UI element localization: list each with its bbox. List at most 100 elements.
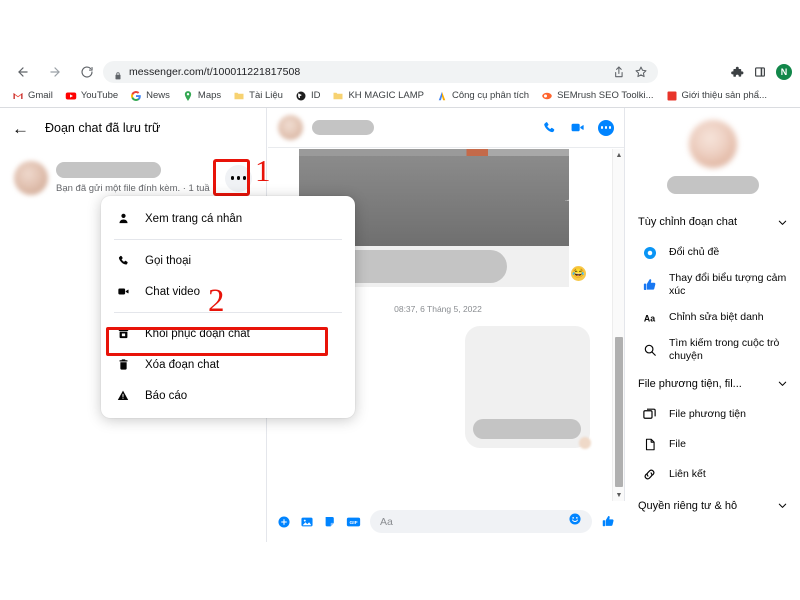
thumbs-up-icon — [640, 276, 659, 295]
menu-item-restore-chat[interactable]: Khôi phục đoạn chat — [101, 318, 355, 349]
aa-text-icon: Aa — [640, 308, 659, 327]
bookmark-id[interactable]: ID — [289, 87, 327, 103]
conversation-info-icon[interactable] — [598, 119, 614, 136]
side-panel-icon[interactable] — [753, 65, 767, 79]
bookmark-gioi-thieu-san-pham[interactable]: Giới thiệu sản phẩ... — [660, 87, 773, 103]
menu-divider — [114, 312, 342, 313]
bookmark-semrush[interactable]: SEMrush SEO Toolki... — [535, 87, 659, 103]
panel-item-links[interactable]: Liên kết — [626, 460, 800, 490]
share-icon[interactable] — [611, 65, 625, 79]
chevron-down-icon — [777, 378, 788, 389]
video-call-icon[interactable] — [569, 120, 586, 135]
panel-item-label: Liên kết — [669, 468, 706, 481]
panel-item-edit-nickname[interactable]: Aa Chỉnh sửa biệt danh — [626, 303, 800, 333]
redacted-name-bar — [667, 176, 759, 194]
panel-item-change-emoji[interactable]: Thay đổi biểu tượng cảm xúc — [626, 268, 800, 303]
photo-top-edge — [299, 149, 569, 156]
panel-item-change-theme[interactable]: Đổi chủ đề — [626, 238, 800, 268]
youtube-icon — [65, 89, 77, 101]
bookmark-label: Công cụ phân tích — [451, 89, 530, 101]
avatar — [14, 161, 48, 195]
link-chain-icon — [640, 465, 659, 484]
redacted-name-bar — [312, 120, 374, 135]
back-arrow-icon[interactable]: ← — [12, 120, 29, 137]
conversation-details-panel: Tùy chỉnh đoạn chat Đổi chủ đề Thay đổi … — [626, 108, 800, 542]
menu-item-video-chat[interactable]: Chat video — [101, 276, 355, 307]
page-bottom-whitespace — [0, 542, 800, 600]
bookmark-tai-lieu[interactable]: Tài Liệu — [227, 87, 289, 103]
bookmark-label: Maps — [197, 89, 222, 101]
thread-scrollbar[interactable]: ▲ ▼ — [612, 149, 624, 501]
phone-call-icon[interactable] — [542, 120, 557, 135]
bookmark-label: Gmail — [28, 89, 53, 101]
archived-chats-header: ← Đoạn chat đã lưu trữ — [0, 108, 266, 148]
globe-icon — [295, 89, 307, 101]
menu-item-delete-chat[interactable]: Xóa đoạn chat — [101, 349, 355, 380]
trash-icon — [115, 357, 131, 373]
semrush-icon — [541, 89, 553, 101]
message-reaction[interactable]: 😂 — [571, 266, 586, 281]
scroll-down-arrow[interactable]: ▼ — [613, 489, 625, 501]
panel-item-label: File phương tiện — [669, 408, 746, 421]
archived-chats-title: Đoạn chat đã lưu trữ — [45, 121, 161, 135]
profile-summary — [626, 108, 800, 206]
panel-item-media[interactable]: File phương tiện — [626, 400, 800, 430]
address-bar[interactable]: messenger.com/t/100011221817508 — [103, 61, 658, 83]
panel-item-files[interactable]: File — [626, 430, 800, 460]
bookmark-youtube[interactable]: YouTube — [59, 87, 124, 103]
emoji-smiley-icon[interactable] — [568, 512, 582, 531]
bookmark-kh-magic-lamp[interactable]: KH MAGIC LAMP — [326, 87, 430, 103]
file-document-icon — [640, 435, 659, 454]
bookmark-gmail[interactable]: Gmail — [6, 87, 59, 103]
section-title: Quyền riêng tư & hỗ — [638, 499, 738, 512]
google-maps-icon — [182, 89, 194, 101]
message-input[interactable]: Aa — [370, 510, 592, 533]
panel-item-search-conversation[interactable]: Tìm kiếm trong cuộc trò chuyện — [626, 333, 800, 368]
plus-circle-icon[interactable] — [277, 515, 291, 529]
section-header-media-files[interactable]: File phương tiện, fil... — [626, 368, 800, 400]
folder-icon — [233, 89, 245, 101]
bookmark-label: SEMrush SEO Toolki... — [557, 89, 654, 101]
svg-text:GIF: GIF — [349, 519, 357, 525]
analytics-icon — [436, 89, 448, 101]
menu-item-report[interactable]: Báo cáo — [101, 380, 355, 411]
sticker-icon[interactable] — [323, 515, 337, 529]
scrollbar-thumb[interactable] — [615, 337, 623, 487]
gif-icon[interactable]: GIF — [346, 515, 361, 529]
section-title: Tùy chỉnh đoạn chat — [638, 216, 738, 228]
message-bubble-outgoing[interactable] — [465, 326, 590, 448]
panel-item-label: Chỉnh sửa biệt danh — [669, 311, 764, 324]
menu-item-label: Báo cáo — [145, 389, 188, 402]
avatar[interactable] — [689, 120, 737, 168]
menu-item-voice-call[interactable]: Gọi thoại — [101, 245, 355, 276]
color-circle-icon — [640, 244, 659, 263]
lock-icon — [113, 68, 122, 79]
address-bar-url: messenger.com/t/100011221817508 — [129, 66, 301, 78]
extensions-puzzle-icon[interactable] — [730, 65, 744, 79]
scroll-up-arrow[interactable]: ▲ — [613, 149, 625, 161]
bookmark-label: News — [146, 89, 170, 101]
menu-item-label: Chat video — [145, 285, 200, 298]
bookmark-star-icon[interactable] — [634, 65, 648, 79]
menu-item-label: Khôi phục đoạn chat — [145, 327, 250, 340]
thumbs-up-icon[interactable] — [601, 514, 616, 529]
bookmark-news[interactable]: News — [124, 87, 176, 103]
menu-item-view-profile[interactable]: Xem trang cá nhân — [101, 203, 355, 234]
image-icon[interactable] — [300, 515, 314, 529]
bookmark-cong-cu-phan-tich[interactable]: Công cụ phân tích — [430, 87, 535, 103]
bookmark-maps[interactable]: Maps — [176, 87, 227, 103]
message-composer: GIF Aa — [268, 501, 625, 542]
bookmark-label: YouTube — [80, 89, 119, 101]
chat-header — [268, 108, 624, 148]
panel-item-label: Tìm kiếm trong cuộc trò chuyện — [669, 336, 780, 363]
red-square-icon — [666, 89, 678, 101]
panel-item-label: File — [669, 438, 686, 451]
panel-item-label: Đổi chủ đề — [669, 246, 720, 259]
section-header-customize-chat[interactable]: Tùy chỉnh đoạn chat — [626, 206, 800, 238]
bookmark-label: ID — [310, 89, 321, 101]
section-header-privacy-support[interactable]: Quyền riêng tư & hỗ — [626, 490, 800, 522]
menu-item-label: Xóa đoạn chat — [145, 358, 220, 371]
phone-icon — [115, 253, 131, 269]
unarchive-icon — [115, 326, 131, 342]
profile-avatar[interactable]: N — [776, 64, 792, 80]
